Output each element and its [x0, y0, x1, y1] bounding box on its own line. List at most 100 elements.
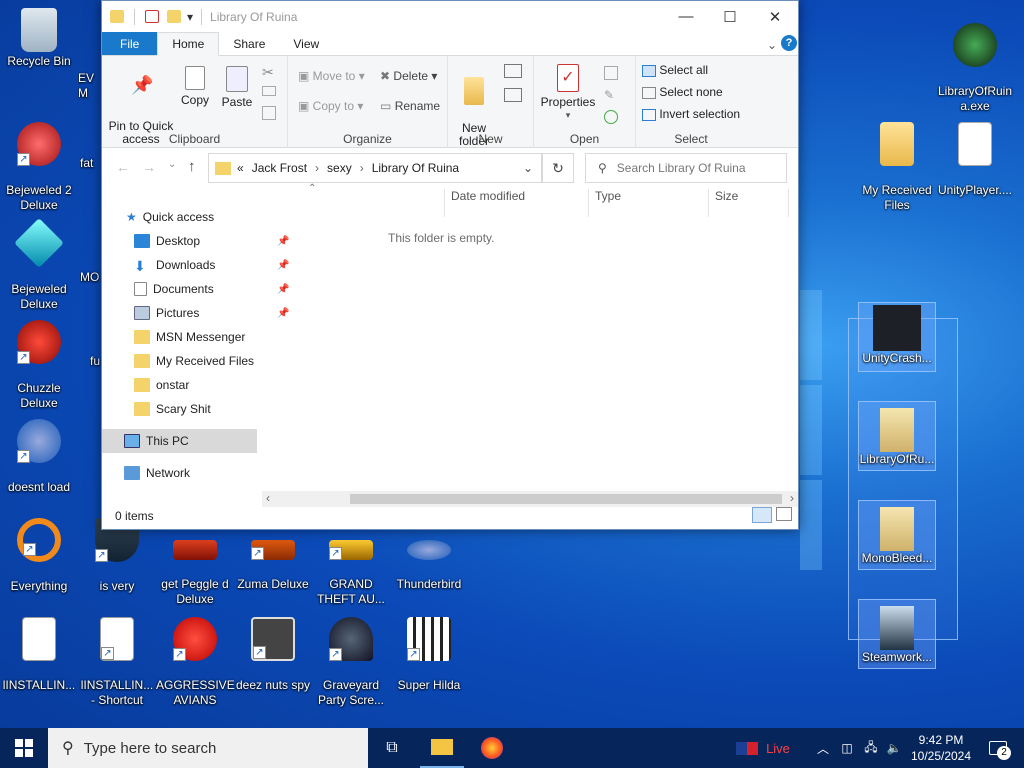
desktop-icon-libraryofruina-folder[interactable]: LibraryOfRu... — [858, 401, 936, 471]
refresh-button[interactable]: ↻ — [542, 153, 574, 183]
status-bar: 0 items — [102, 501, 798, 529]
desktop-icon-partial[interactable]: fat — [80, 156, 102, 171]
desktop-icon-steamworks[interactable]: Steamwork... — [858, 599, 936, 669]
volume-icon[interactable]: 🔈 — [884, 728, 904, 768]
desktop-icon-label: doesnt load — [7, 480, 71, 494]
desktop-icon-label: Steamwork... — [861, 650, 933, 664]
maximize-button[interactable]: ☐ — [707, 1, 753, 32]
wallpaper-light-beam — [800, 480, 822, 570]
details-view-icon[interactable] — [752, 507, 772, 523]
easy-access-icon[interactable] — [504, 88, 522, 102]
close-button[interactable]: ✕ — [752, 1, 798, 32]
desktop-icon-unityplayer[interactable]: UnityPlayer.... — [936, 103, 1014, 213]
firefox-taskbar-button[interactable] — [470, 728, 514, 768]
folder-icon — [880, 507, 914, 551]
select-all-icon — [642, 64, 656, 77]
shortcut-arrow-icon: ↗ — [17, 153, 30, 166]
group-label: Open — [569, 132, 600, 146]
nav-item-scary-shit[interactable]: Scary Shit — [134, 397, 290, 421]
empty-folder-message: This folder is empty. — [388, 231, 495, 245]
address-dropdown-icon[interactable]: ⌄ — [523, 161, 533, 175]
item-count: 0 items — [115, 509, 154, 523]
column-header-size[interactable]: Size — [715, 189, 738, 203]
nav-this-pc[interactable]: This PC — [102, 429, 257, 453]
taskbar-search-box[interactable]: ⚲ Type here to search — [48, 728, 368, 768]
folder-icon — [880, 408, 914, 452]
desktop-icon-label: fat — [80, 156, 94, 170]
desktop-icon — [134, 234, 150, 248]
desktop-icon-everything[interactable]: ↗ Everything — [0, 499, 78, 609]
delete-button[interactable]: ✖ Delete ▾ — [380, 70, 437, 83]
mlb-live-widget[interactable]: Live — [732, 728, 794, 768]
gear-icon — [958, 122, 992, 166]
nav-item-onstar[interactable]: onstar — [134, 373, 290, 397]
bejeweled-icon — [14, 218, 64, 268]
delete-icon: ✖ — [380, 69, 391, 83]
select-none-button[interactable]: Select none — [642, 86, 723, 99]
nav-item-pictures[interactable]: Pictures 📌 — [134, 301, 290, 325]
help-icon[interactable]: ? — [781, 35, 797, 51]
history-icon[interactable] — [604, 110, 618, 124]
clock[interactable]: 9:42 PM 10/25/2024 — [904, 728, 978, 768]
desktop-icon-installin-shortcut[interactable]: ↗ lINSTALLIN... - Shortcut — [78, 598, 156, 723]
desktop-icon-unitycrash[interactable]: UnityCrash... — [858, 302, 936, 372]
search-box[interactable]: ⚲ Search Library Of Ruina — [585, 153, 787, 183]
column-header-date-modified[interactable]: Date modified — [451, 189, 525, 203]
recycle-bin-icon — [21, 8, 57, 52]
desktop-icon-monobleed[interactable]: MonoBleed... — [858, 500, 936, 570]
collapse-ribbon-icon[interactable]: ⌄ — [767, 38, 777, 52]
start-button[interactable] — [0, 728, 48, 768]
desktop-icon-label: lINSTALLIN... — [2, 678, 76, 692]
select-all-button[interactable]: Select all — [642, 64, 708, 77]
navigation-pane: ★ Quick access Desktop 📌 ⬇ Downloads 📌 Docu… — [102, 1, 358, 499]
steam-file-icon — [880, 606, 914, 650]
folder-icon — [431, 739, 453, 755]
stacked-windows-icon: ↗ — [251, 617, 295, 661]
desktop-icon-recycle-bin[interactable]: Recycle Bin — [0, 4, 78, 69]
new-folder-icon — [464, 77, 484, 105]
desktop-icon-label: AGGRESSIVE AVIANS — [156, 678, 235, 707]
file-explorer-window[interactable]: ▾ Library Of Ruina — ☐ ✕ File Home Share… — [101, 0, 799, 530]
peggle-icon — [173, 540, 217, 560]
nav-item-msn-messenger[interactable]: MSN Messenger — [134, 325, 290, 349]
shortcut-arrow-icon: ↗ — [23, 543, 36, 556]
network-icon[interactable]: 🖧 — [860, 728, 882, 768]
properties-button[interactable]: ✓ Properties ▾ — [538, 64, 598, 122]
edit-icon[interactable]: ✎ — [604, 88, 614, 102]
task-view-button[interactable]: ⧉ — [370, 728, 414, 768]
minimize-button[interactable]: — — [663, 1, 709, 32]
desktop-icon-deez-nuts-spy[interactable]: ↗ deez nuts spy — [234, 598, 312, 708]
notification-center-button[interactable]: 2 — [980, 728, 1016, 768]
large-icons-view-icon[interactable] — [776, 507, 792, 521]
nav-item-documents[interactable]: Documents 📌 — [134, 277, 290, 301]
new-item-icon[interactable] — [504, 64, 522, 78]
nav-item-downloads[interactable]: ⬇ Downloads 📌 — [134, 253, 290, 277]
desktop-icon-my-received-files[interactable]: My Received Files — [858, 103, 936, 228]
desktop-icon-label: MO — [80, 270, 100, 284]
column-header-type[interactable]: Type — [595, 189, 621, 203]
desktop-icon-super-hilda[interactable]: ↗ Super Hilda — [390, 598, 468, 708]
computer-icon — [124, 434, 140, 448]
nav-item-desktop[interactable]: Desktop 📌 — [134, 229, 290, 253]
notification-count-badge: 2 — [997, 746, 1011, 760]
desktop-icon-label: Zuma Deluxe — [237, 577, 309, 591]
text-file-icon: ↗ — [100, 617, 134, 661]
file-explorer-taskbar-button[interactable] — [420, 728, 464, 768]
shortcut-arrow-icon: ↗ — [253, 646, 266, 659]
nav-item-my-received-files[interactable]: My Received Files — [134, 349, 290, 373]
nav-quick-access[interactable]: ★ Quick access — [126, 205, 282, 229]
rename-icon: ▭ — [380, 99, 392, 113]
desktop-icon-partial[interactable]: MO — [80, 270, 102, 285]
invert-selection-button[interactable]: Invert selection — [642, 108, 740, 121]
device-icon[interactable]: ◫ — [838, 728, 856, 768]
show-hidden-icons-button[interactable]: ︿ — [814, 728, 832, 768]
folder-icon — [880, 122, 914, 166]
taskbar: ⚲ Type here to search ⧉ Live ︿ ◫ 🖧 🔈 9:4… — [0, 728, 1024, 768]
desktop-icon-installin[interactable]: lINSTALLIN... — [0, 598, 78, 708]
desktop-icon-doesnt-load[interactable]: ↗ doesnt load — [0, 400, 78, 510]
nav-network[interactable]: Network — [124, 461, 280, 485]
breadcrumb-library-of-ruina[interactable]: Library Of Ruina — [372, 161, 459, 175]
open-icon[interactable] — [604, 66, 618, 80]
desktop-icon-partial[interactable]: EV M — [78, 24, 102, 116]
rename-button[interactable]: ▭ Rename — [380, 100, 440, 113]
